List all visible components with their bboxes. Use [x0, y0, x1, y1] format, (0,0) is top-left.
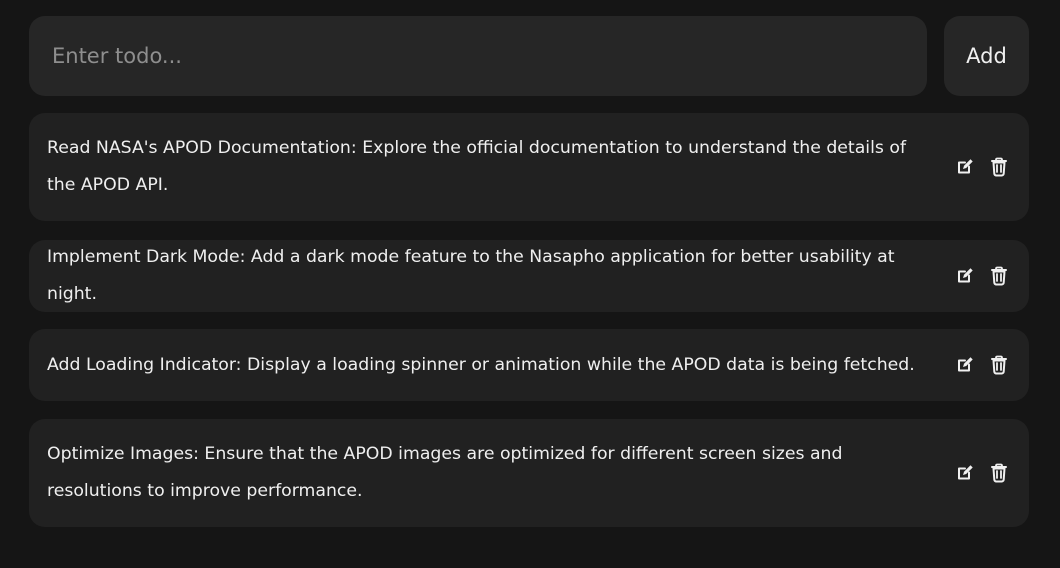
todo-input[interactable]	[29, 16, 927, 96]
todo-item: Add Loading Indicator: Display a loading…	[29, 329, 1029, 401]
edit-icon[interactable]	[953, 264, 977, 288]
edit-icon[interactable]	[953, 461, 977, 485]
add-button[interactable]: Add	[944, 16, 1029, 96]
add-todo-row: Add	[29, 16, 1029, 96]
todo-item: Implement Dark Mode: Add a dark mode fea…	[29, 240, 1029, 312]
todo-actions	[953, 353, 1011, 377]
todo-item: Optimize Images: Ensure that the APOD im…	[29, 419, 1029, 527]
todo-actions	[953, 461, 1011, 485]
todo-text: Read NASA's APOD Documentation: Explore …	[47, 138, 907, 195]
edit-icon[interactable]	[953, 155, 977, 179]
trash-icon[interactable]	[987, 353, 1011, 377]
trash-icon[interactable]	[987, 155, 1011, 179]
todo-item: Read NASA's APOD Documentation: Explore …	[29, 113, 1029, 221]
trash-icon[interactable]	[987, 264, 1011, 288]
edit-icon[interactable]	[953, 353, 977, 377]
todo-app: Add Read NASA's APOD Documentation: Expl…	[0, 0, 1060, 568]
trash-icon[interactable]	[987, 461, 1011, 485]
todo-actions	[953, 264, 1011, 288]
todo-text: Optimize Images: Ensure that the APOD im…	[47, 444, 843, 501]
todo-text: Add Loading Indicator: Display a loading…	[47, 354, 915, 375]
todo-text: Implement Dark Mode: Add a dark mode fea…	[47, 247, 895, 304]
todo-actions	[953, 155, 1011, 179]
